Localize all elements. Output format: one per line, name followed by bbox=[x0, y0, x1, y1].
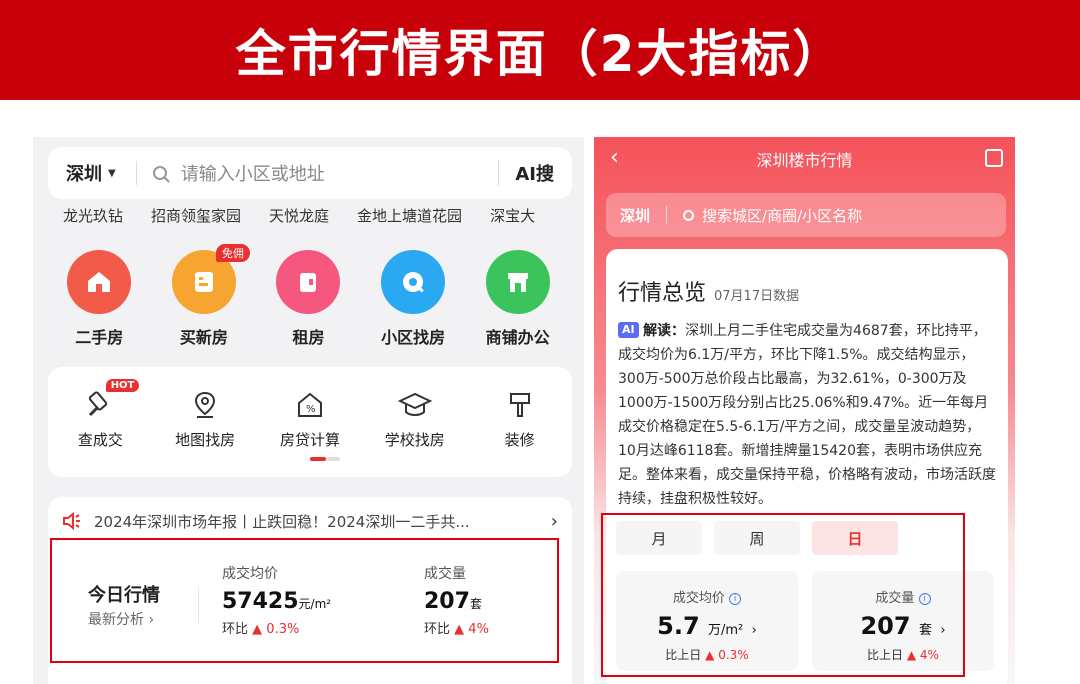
tool-decoration[interactable]: 装修 bbox=[475, 387, 565, 477]
search-input[interactable]: 请输入小区或地址 bbox=[181, 160, 499, 186]
highlight-box-left bbox=[50, 538, 559, 663]
search-input[interactable]: 搜索城区/商圈/小区名称 bbox=[702, 205, 862, 226]
back-arrow-icon[interactable]: ‹ bbox=[610, 145, 619, 170]
nav-bar: ‹ 深圳楼市行情 bbox=[594, 137, 1015, 181]
divider bbox=[666, 206, 668, 224]
hot-tag[interactable]: 金地上塘道花园 bbox=[357, 205, 462, 226]
category-new-home[interactable]: 免佣 买新房 bbox=[156, 244, 252, 348]
banner: 全市行情界面（2大指标） bbox=[0, 0, 1080, 100]
category-row: 二手房 免佣 买新房 租房 小区找房 商铺办公 bbox=[33, 244, 584, 348]
category-rent[interactable]: 租房 bbox=[260, 250, 356, 348]
category-label: 租房 bbox=[292, 328, 325, 347]
shop-icon bbox=[485, 250, 550, 314]
hot-tag[interactable]: 天悦龙庭 bbox=[269, 205, 329, 226]
search-icon bbox=[683, 209, 695, 221]
map-pin-icon bbox=[187, 387, 223, 423]
search-bar[interactable]: 深圳 搜索城区/商圈/小区名称 bbox=[606, 193, 1006, 237]
gavel-icon bbox=[82, 387, 118, 423]
svg-text:%: % bbox=[306, 404, 316, 415]
ai-search-button[interactable]: AI搜 bbox=[498, 160, 554, 186]
search-icon bbox=[152, 166, 167, 180]
page-indicator bbox=[310, 457, 340, 461]
hot-badge: HOT bbox=[105, 379, 140, 392]
tool-label: 房贷计算 bbox=[279, 431, 340, 449]
tool-mortgage-calc[interactable]: % 房贷计算 bbox=[265, 387, 355, 477]
door-icon bbox=[276, 250, 341, 314]
search-bar[interactable]: 深圳 ▼ 请输入小区或地址 AI搜 bbox=[48, 147, 572, 199]
tool-label: 地图找房 bbox=[175, 431, 236, 449]
category-label: 商铺办公 bbox=[485, 328, 550, 347]
news-ticker[interactable]: 2024年深圳市场年报丨止跌回稳！2024深圳一二手共... › bbox=[62, 509, 558, 533]
city-selector[interactable]: 深圳 bbox=[620, 205, 650, 226]
tool-card: HOT 查成交 地图找房 % 房贷计算 学校找房 装修 bbox=[48, 367, 572, 477]
ai-label: 解读： bbox=[643, 323, 686, 339]
category-label: 买新房 bbox=[179, 328, 228, 347]
tool-label: 查成交 bbox=[77, 431, 123, 449]
overview-title: 行情总览 07月17日数据 bbox=[618, 281, 800, 306]
tool-school-search[interactable]: 学校找房 bbox=[370, 387, 460, 477]
tool-label: 学校找房 bbox=[384, 431, 445, 449]
news-text: 2024年深圳市场年报丨止跌回稳！2024深圳一二手共... bbox=[94, 512, 470, 531]
tool-label: 装修 bbox=[504, 431, 535, 449]
divider bbox=[135, 161, 137, 185]
tool-map-search[interactable]: 地图找房 bbox=[160, 387, 250, 477]
category-community-search[interactable]: 小区找房 bbox=[365, 250, 461, 348]
category-second-hand[interactable]: 二手房 bbox=[51, 250, 147, 348]
hot-tag[interactable]: 深宝大 bbox=[490, 205, 535, 226]
ai-text: 深圳上月二手住宅成交量为4687套，环比持平，成交均价为6.1万/平方，环比下降… bbox=[618, 323, 996, 507]
share-icon[interactable] bbox=[985, 149, 1003, 167]
city-selector[interactable]: 深圳 bbox=[66, 160, 102, 186]
banner-title: 全市行情界面（2大指标） bbox=[235, 25, 845, 83]
hot-tag[interactable]: 龙光玖钻 bbox=[63, 205, 123, 226]
calculator-house-icon: % bbox=[292, 387, 328, 423]
house-icon bbox=[67, 250, 132, 314]
category-label: 二手房 bbox=[75, 328, 124, 347]
hot-tags: 龙光玖钻 招商领玺家园 天悦龙庭 金地上塘道花园 深宝大 bbox=[63, 205, 583, 226]
brush-icon bbox=[502, 387, 538, 423]
tool-deal-lookup[interactable]: HOT 查成交 bbox=[55, 379, 145, 477]
ai-badge: AI bbox=[618, 322, 639, 338]
category-label: 小区找房 bbox=[381, 328, 446, 347]
chevron-right-icon[interactable]: › bbox=[551, 511, 558, 532]
hot-tag[interactable]: 招商领玺家园 bbox=[151, 205, 241, 226]
caret-down-icon[interactable]: ▼ bbox=[108, 168, 116, 179]
data-date: 07月17日数据 bbox=[714, 289, 800, 304]
free-commission-badge: 免佣 bbox=[215, 244, 250, 262]
speaker-icon bbox=[63, 512, 80, 530]
page-title: 深圳楼市行情 bbox=[756, 151, 853, 170]
highlight-box-right bbox=[601, 513, 965, 677]
category-shop-office[interactable]: 商铺办公 bbox=[470, 250, 566, 348]
search-icon bbox=[381, 250, 446, 314]
ai-analysis: AI 解读：深圳上月二手住宅成交量为4687套，环比持平，成交均价为6.1万/平… bbox=[618, 319, 996, 511]
graduation-cap-icon bbox=[397, 387, 433, 423]
